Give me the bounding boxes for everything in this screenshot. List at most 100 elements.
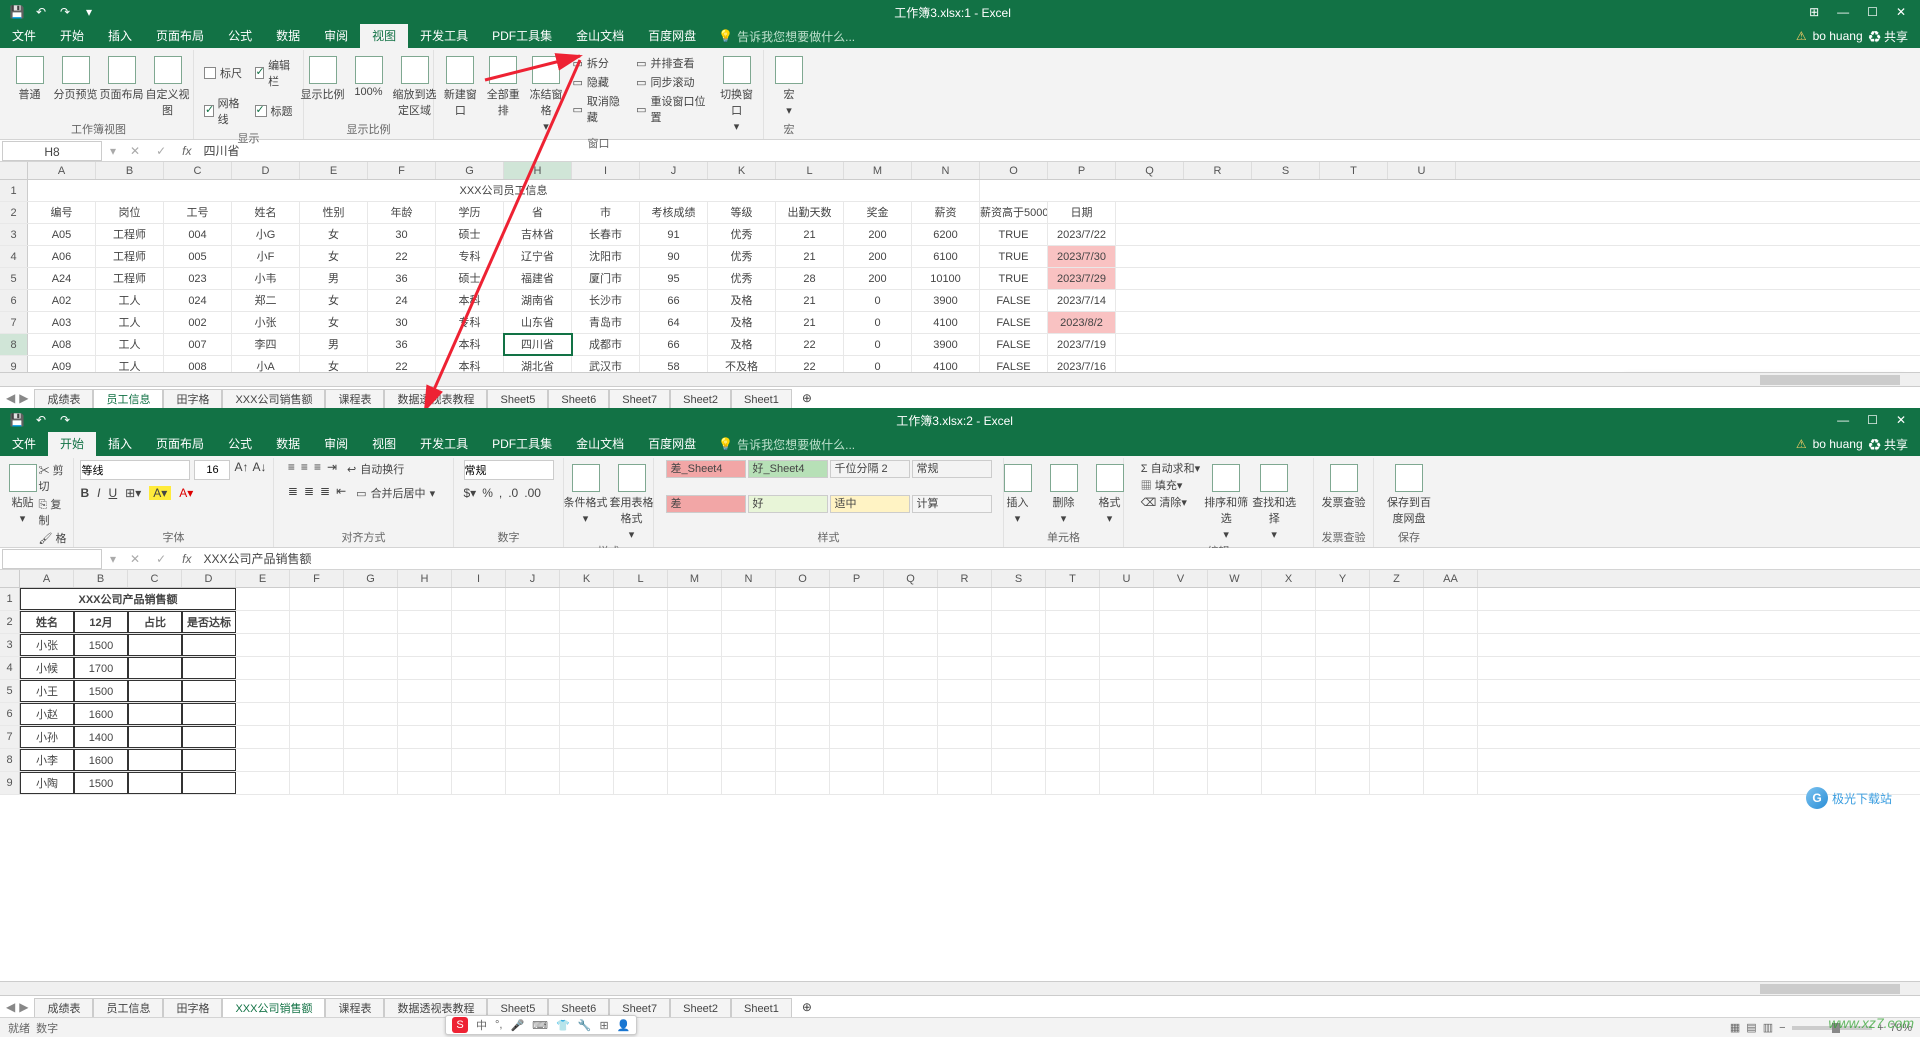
column-header[interactable]: O xyxy=(980,162,1048,179)
style-chip[interactable]: 差 xyxy=(666,495,746,513)
font-size-select[interactable] xyxy=(194,460,230,480)
ribbon-tab[interactable]: 开始 xyxy=(48,432,96,456)
ribbon-tab[interactable]: 百度网盘 xyxy=(636,24,708,48)
table-style-button[interactable]: 套用表格格式▾ xyxy=(610,460,654,541)
sheet-tab[interactable]: 数据透视表教程 xyxy=(384,389,487,409)
column-header[interactable]: S xyxy=(1252,162,1320,179)
sync-scroll-button[interactable]: ▭ 同步滚动 xyxy=(632,73,714,91)
column-header[interactable]: Y xyxy=(1316,570,1370,587)
style-chip[interactable]: 常规 xyxy=(912,460,992,478)
hscrollbar-win2[interactable] xyxy=(0,981,1920,995)
maximize-icon[interactable]: ☐ xyxy=(1867,5,1878,19)
ime-toolbar[interactable]: S 中 °, 🎤 ⌨ 👕 🔧 ⊞ 👤 xyxy=(445,1015,637,1035)
column-header[interactable]: M xyxy=(844,162,912,179)
column-header[interactable]: F xyxy=(368,162,436,179)
worksheet-grid-win1[interactable]: ABCDEFGHIJKLMNOPQRSTU 1XXX公司员工信息2编号岗位工号姓… xyxy=(0,162,1920,372)
sheet-tab[interactable]: 成绩表 xyxy=(34,389,93,409)
split-button[interactable]: ▭ 拆分 xyxy=(568,54,630,72)
column-header[interactable]: A xyxy=(20,570,74,587)
column-header[interactable]: R xyxy=(1184,162,1252,179)
column-header[interactable]: L xyxy=(614,570,668,587)
column-header[interactable]: P xyxy=(830,570,884,587)
switch-windows-button[interactable]: 切换窗口▾ xyxy=(716,52,757,133)
column-header[interactable]: E xyxy=(236,570,290,587)
style-chip[interactable]: 适中 xyxy=(830,495,910,513)
ribbon-tab[interactable]: 视图 xyxy=(360,432,408,456)
wrap-text-button[interactable]: ↩ 自动换行 xyxy=(343,460,408,478)
tell-me[interactable]: 告诉我您想要做什么... xyxy=(733,436,855,453)
ribbon-tab[interactable]: 金山文档 xyxy=(564,432,636,456)
insert-cells-button[interactable]: 插入▾ xyxy=(996,460,1040,525)
save-icon[interactable]: 💾 xyxy=(10,413,24,427)
sheet-tab[interactable]: Sheet2 xyxy=(670,389,731,409)
side-by-side-button[interactable]: ▭ 并排查看 xyxy=(632,54,714,72)
column-header[interactable]: W xyxy=(1208,570,1262,587)
worksheet-grid-win2[interactable]: ABCDEFGHIJKLMNOPQRSTUVWXYZAA 1XXX公司产品销售额… xyxy=(0,570,1920,981)
add-sheet-button[interactable]: ⊕ xyxy=(798,391,816,405)
formula-input[interactable]: XXX公司产品销售额 xyxy=(200,549,1920,569)
ribbon-tab[interactable]: 审阅 xyxy=(312,432,360,456)
clear-button[interactable]: ⌫ 清除▾ xyxy=(1141,494,1200,510)
ribbon-tab[interactable]: 页面布局 xyxy=(144,24,216,48)
sheet-tab[interactable]: Sheet7 xyxy=(609,389,670,409)
gridlines-check[interactable]: 网格线 xyxy=(200,94,247,128)
ribbon-tab[interactable]: 公式 xyxy=(216,24,264,48)
fx-icon[interactable]: fx xyxy=(174,144,199,158)
redo-icon[interactable]: ↷ xyxy=(58,413,72,427)
column-header[interactable]: G xyxy=(436,162,504,179)
bold-button[interactable]: B xyxy=(80,486,89,500)
sheet-tab[interactable]: Sheet1 xyxy=(731,998,792,1018)
column-header[interactable]: X xyxy=(1262,570,1316,587)
ribbon-tab[interactable]: PDF工具集 xyxy=(480,24,564,48)
ime-tool-icon[interactable]: 🔧 xyxy=(578,1019,592,1032)
sheet-nav-last-icon[interactable]: ▶ xyxy=(19,391,28,405)
column-header[interactable]: B xyxy=(96,162,164,179)
custom-views-button[interactable]: 自定义视图 xyxy=(146,52,190,118)
ribbon-tab[interactable]: 文件 xyxy=(0,432,48,456)
column-header[interactable]: A xyxy=(28,162,96,179)
ribbon-tab[interactable]: 开发工具 xyxy=(408,24,480,48)
close-icon[interactable]: ✕ xyxy=(1896,5,1906,19)
account-name[interactable]: bo huang xyxy=(1813,29,1863,43)
column-header[interactable]: H xyxy=(398,570,452,587)
formulabar-check[interactable]: 编辑栏 xyxy=(251,56,298,90)
ribbon-tab[interactable]: 公式 xyxy=(216,432,264,456)
border-button[interactable]: ⊞▾ xyxy=(125,486,141,500)
ime-punct-icon[interactable]: °, xyxy=(495,1019,502,1031)
ribbon-tab[interactable]: 开发工具 xyxy=(408,432,480,456)
delete-cells-button[interactable]: 删除▾ xyxy=(1042,460,1086,525)
add-sheet-button[interactable]: ⊕ xyxy=(798,1000,816,1014)
column-header[interactable]: K xyxy=(708,162,776,179)
column-header[interactable]: AA xyxy=(1424,570,1478,587)
column-header[interactable]: H xyxy=(504,162,572,179)
column-header[interactable]: I xyxy=(452,570,506,587)
page-layout-button[interactable]: 页面布局 xyxy=(100,52,144,102)
style-chip[interactable]: 好_Sheet4 xyxy=(748,460,828,478)
unhide-button[interactable]: ▭ 取消隐藏 xyxy=(568,92,630,126)
autosum-button[interactable]: Σ 自动求和▾ xyxy=(1141,460,1200,476)
sheet-tab[interactable]: Sheet6 xyxy=(548,389,609,409)
sheet-tab[interactable]: 成绩表 xyxy=(34,998,93,1018)
paste-button[interactable]: 粘贴▾ xyxy=(9,460,37,562)
column-header[interactable]: U xyxy=(1388,162,1456,179)
column-header[interactable]: S xyxy=(992,570,1046,587)
sheet-tab[interactable]: 员工信息 xyxy=(93,998,163,1018)
ribbon-tab[interactable]: 文件 xyxy=(0,24,48,48)
find-select-button[interactable]: 查找和选择▾ xyxy=(1252,460,1296,541)
style-chip[interactable]: 差_Sheet4 xyxy=(666,460,746,478)
zoom-button[interactable]: 显示比例 xyxy=(301,52,345,102)
sheet-tab[interactable]: 田字格 xyxy=(163,389,222,409)
headings-check[interactable]: 标题 xyxy=(251,94,298,128)
column-header[interactable]: P xyxy=(1048,162,1116,179)
zoom-100-button[interactable]: 100% xyxy=(347,52,391,98)
column-header[interactable]: T xyxy=(1046,570,1100,587)
ribbon-tab[interactable]: 审阅 xyxy=(312,24,360,48)
column-header[interactable]: G xyxy=(344,570,398,587)
sheet-tab[interactable]: XXX公司销售额 xyxy=(222,389,325,409)
column-header[interactable]: B xyxy=(74,570,128,587)
column-header[interactable]: E xyxy=(300,162,368,179)
column-header[interactable]: V xyxy=(1154,570,1208,587)
column-header[interactable]: Q xyxy=(884,570,938,587)
cut-button[interactable]: ✂ 剪切 xyxy=(39,462,69,494)
formula-input[interactable]: 四川省 xyxy=(200,141,1920,161)
